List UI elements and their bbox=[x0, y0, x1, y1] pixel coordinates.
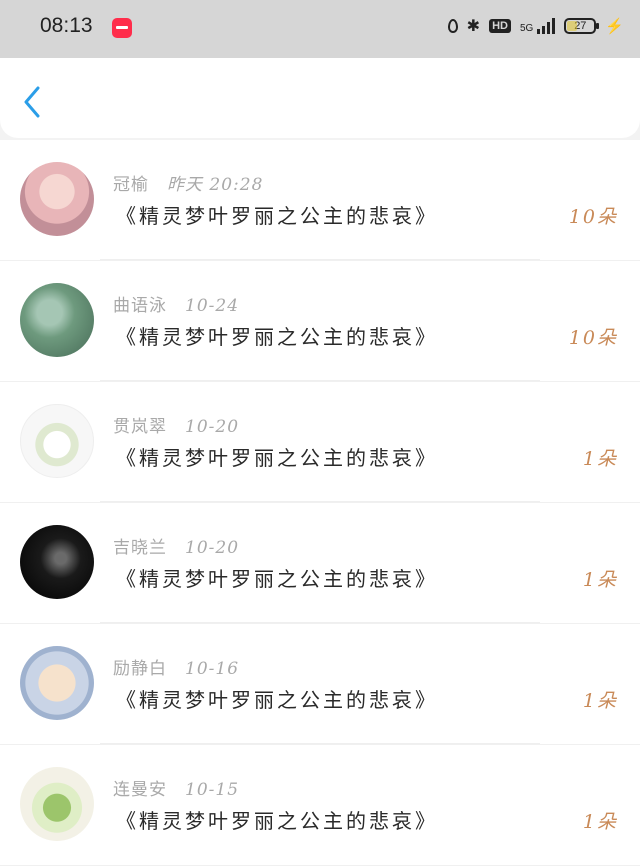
avatar[interactable] bbox=[20, 525, 94, 599]
flower-count: 10朵 bbox=[568, 206, 618, 228]
chevron-left-icon bbox=[24, 86, 40, 118]
book-title: 《精灵梦叶罗丽之公主的悲哀》 bbox=[116, 325, 438, 349]
status-icons: ✱ HD 5G 27 ⚡ bbox=[447, 16, 624, 36]
list-item[interactable]: 励静白 10-16 《精灵梦叶罗丽之公主的悲哀》 1朵 bbox=[0, 624, 640, 745]
timestamp: 10-16 bbox=[185, 659, 240, 679]
avatar[interactable] bbox=[20, 767, 94, 841]
list-item[interactable]: 曲语泳 10-24 《精灵梦叶罗丽之公主的悲哀》 10朵 bbox=[0, 261, 640, 382]
timestamp: 10-15 bbox=[185, 780, 240, 800]
avatar[interactable] bbox=[20, 404, 94, 478]
back-button[interactable] bbox=[22, 86, 44, 118]
flower-count: 1朵 bbox=[582, 690, 618, 712]
battery-icon: 27 bbox=[564, 18, 600, 34]
book-title: 《精灵梦叶罗丽之公主的悲哀》 bbox=[116, 809, 438, 833]
list-item[interactable]: 冠榆 昨天 20:28 《精灵梦叶罗丽之公主的悲哀》 10朵 bbox=[0, 140, 640, 261]
network-type: 5G bbox=[519, 23, 534, 34]
sender-name: 贯岚翠 10-20 bbox=[113, 417, 240, 437]
avatar[interactable] bbox=[20, 162, 94, 236]
flower-count: 1朵 bbox=[582, 811, 618, 833]
sender-name: 励静白 10-16 bbox=[113, 659, 240, 679]
hd-icon: HD bbox=[489, 19, 511, 33]
signal-icon: 5G bbox=[519, 18, 556, 34]
gift-list: 冠榆 昨天 20:28 《精灵梦叶罗丽之公主的悲哀》 10朵 曲语泳 10-24 《… bbox=[0, 140, 640, 866]
avatar[interactable] bbox=[20, 646, 94, 720]
bluetooth-icon: ✱ bbox=[466, 18, 481, 35]
sender-name: 冠榆 昨天 20:28 bbox=[113, 175, 264, 195]
divider bbox=[100, 743, 540, 744]
divider bbox=[100, 380, 540, 381]
book-title: 《精灵梦叶罗丽之公主的悲哀》 bbox=[116, 204, 438, 228]
divider bbox=[100, 259, 540, 260]
list-item[interactable]: 吉晓兰 10-20 《精灵梦叶罗丽之公主的悲哀》 1朵 bbox=[0, 503, 640, 624]
timestamp: 10-20 bbox=[185, 417, 240, 437]
timestamp: 10-24 bbox=[185, 296, 240, 316]
notification-app-icon bbox=[112, 18, 132, 38]
flower-count: 1朵 bbox=[582, 448, 618, 470]
flower-count: 10朵 bbox=[568, 327, 618, 349]
list-item[interactable]: 贯岚翠 10-20 《精灵梦叶罗丽之公主的悲哀》 1朵 bbox=[0, 382, 640, 503]
sender-name: 吉晓兰 10-20 bbox=[113, 538, 240, 558]
book-title: 《精灵梦叶罗丽之公主的悲哀》 bbox=[116, 446, 438, 470]
battery-level: 27 bbox=[574, 20, 587, 32]
timestamp: 昨天 20:28 bbox=[167, 175, 264, 195]
charging-icon: ⚡ bbox=[605, 18, 624, 35]
status-bar: 08:13 ✱ HD 5G 27 ⚡ bbox=[0, 0, 640, 58]
water-drop-icon bbox=[447, 19, 458, 33]
avatar[interactable] bbox=[20, 283, 94, 357]
divider bbox=[100, 622, 540, 623]
status-time: 08:13 bbox=[40, 14, 93, 37]
book-title: 《精灵梦叶罗丽之公主的悲哀》 bbox=[116, 688, 438, 712]
top-bar bbox=[0, 58, 640, 138]
list-item[interactable]: 连曼安 10-15 《精灵梦叶罗丽之公主的悲哀》 1朵 bbox=[0, 745, 640, 866]
flower-count: 1朵 bbox=[582, 569, 618, 591]
book-title: 《精灵梦叶罗丽之公主的悲哀》 bbox=[116, 567, 438, 591]
timestamp: 10-20 bbox=[185, 538, 240, 558]
sender-name: 连曼安 10-15 bbox=[113, 780, 240, 800]
divider bbox=[100, 501, 540, 502]
sender-name: 曲语泳 10-24 bbox=[113, 296, 240, 316]
